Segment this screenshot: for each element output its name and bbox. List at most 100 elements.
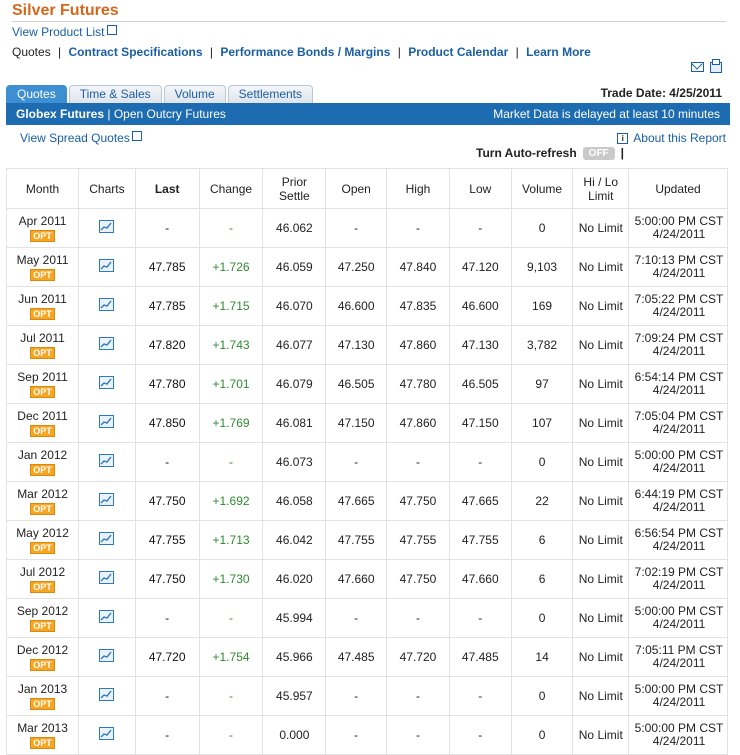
contract-month: Jul 2012 [19, 565, 66, 579]
cell-charts [78, 676, 136, 716]
view-product-list-label[interactable]: View Product List [12, 25, 105, 39]
opt-badge[interactable]: OPT [30, 698, 55, 710]
auto-refresh-toggle[interactable]: OFF [582, 146, 615, 160]
opt-badge[interactable]: OPT [30, 464, 55, 476]
about-report-link[interactable]: i About this Report [617, 131, 726, 145]
nav-product-calendar[interactable]: Product Calendar [408, 45, 508, 59]
cell-month: Dec 2011 OPT [5, 403, 80, 443]
contract-month: Jan 2013 [17, 682, 68, 696]
view-spread-quotes-label[interactable]: View Spread Quotes [20, 131, 130, 145]
cell-month: May 2011 OPT [5, 247, 80, 287]
opt-badge[interactable]: OPT [30, 269, 55, 281]
nav-performance-bonds[interactable]: Performance Bonds / Margins [220, 45, 390, 59]
chart-icon[interactable] [99, 259, 115, 272]
view-spread-quotes-link[interactable]: View Spread Quotes [20, 131, 142, 145]
product-nav: Quotes | Contract Specifications | Perfo… [12, 45, 591, 59]
cell-change: - [199, 208, 264, 248]
globex-futures-label[interactable]: Globex Futures [16, 107, 104, 121]
cell-low: - [449, 676, 512, 716]
chart-icon[interactable] [99, 493, 115, 506]
chart-icon[interactable] [99, 454, 115, 467]
opt-badge[interactable]: OPT [30, 581, 55, 593]
chart-icon[interactable] [99, 571, 115, 584]
opt-badge[interactable]: OPT [30, 542, 55, 554]
tab-quotes[interactable]: Quotes [6, 85, 67, 103]
cell-updated: 6:54:14 PM CST 4/24/2011 [628, 364, 728, 404]
cell-change: - [199, 676, 264, 716]
cell-last: 47.750 [135, 559, 200, 599]
info-icon: i [617, 133, 629, 144]
view-product-list-link[interactable]: View Product List [12, 25, 117, 39]
page-title: Silver Futures [12, 2, 119, 19]
cell-change: +1.726 [199, 247, 264, 287]
table-row: May 2012 OPT 47.755 +1.713 46.042 47.755 47.75… [5, 520, 728, 560]
table-row: Dec 2012 OPT 47.720 +1.754 45.966 47.485 47.72… [5, 637, 728, 677]
table-row: Jul 2011 OPT 47.820 +1.743 46.077 47.130 47.86… [5, 325, 728, 365]
cell-change: - [199, 715, 264, 755]
chart-icon[interactable] [99, 727, 115, 740]
chart-icon[interactable] [99, 220, 115, 233]
chart-icon[interactable] [99, 610, 115, 623]
table-row: Sep 2012 OPT - -45.994- - -0 No Limit 5:00:00 P… [5, 598, 728, 638]
cell-last: 47.785 [135, 286, 200, 326]
cell-prior-settle: 0.000 [262, 715, 327, 755]
cell-updated: 5:00:00 PM CST 4/24/2011 [628, 442, 728, 482]
tab-volume[interactable]: Volume [163, 85, 226, 103]
cell-high: 47.860 [386, 325, 450, 365]
table-row: Sep 2011 OPT 47.780 +1.701 46.079 46.505 47.78… [5, 364, 728, 404]
cell-prior-settle: 46.059 [262, 247, 327, 287]
chart-icon[interactable] [99, 337, 115, 350]
trade-date: Trade Date: 4/25/2011 [600, 86, 722, 100]
opt-badge[interactable]: OPT [30, 659, 55, 671]
opt-badge[interactable]: OPT [30, 503, 55, 515]
opt-badge[interactable]: OPT [30, 620, 55, 632]
opt-badge[interactable]: OPT [30, 425, 55, 437]
cell-updated: 6:56:54 PM CST 4/24/2011 [628, 520, 728, 560]
cell-volume: 3,782 [511, 325, 574, 365]
quotes-table: Month Charts Last Change Prior Settle Op… [5, 168, 728, 755]
chart-icon[interactable] [99, 415, 115, 428]
cell-month: Mar 2012 OPT [5, 481, 80, 521]
header-last: Last [135, 168, 200, 209]
cell-change: - [199, 598, 264, 638]
chart-icon[interactable] [99, 532, 115, 545]
cell-updated: 5:00:00 PM CST 4/24/2011 [628, 598, 728, 638]
tab-time-and-sales[interactable]: Time & Sales [68, 85, 162, 103]
header-hi-lo-limit: Hi / Lo Limit [572, 168, 630, 209]
open-outcry-link[interactable]: Open Outcry Futures [114, 107, 226, 121]
cell-hi-lo-limit: No Limit [572, 481, 630, 521]
cell-month: May 2012 OPT [5, 520, 80, 560]
chart-icon[interactable] [99, 298, 115, 311]
print-icon[interactable] [710, 59, 722, 73]
cell-high: - [386, 208, 450, 248]
contract-month: Jun 2011 [18, 292, 67, 306]
nav-learn-more[interactable]: Learn More [526, 45, 591, 59]
opt-badge[interactable]: OPT [30, 347, 55, 359]
cell-volume: 9,103 [511, 247, 574, 287]
opt-badge[interactable]: OPT [30, 230, 55, 242]
email-icon[interactable] [691, 62, 704, 72]
cell-open: 46.600 [325, 286, 388, 326]
header-charts: Charts [78, 168, 136, 209]
title-divider [12, 21, 726, 22]
chart-icon[interactable] [99, 688, 115, 701]
chart-icon[interactable] [99, 376, 115, 389]
tab-settlements[interactable]: Settlements [227, 85, 314, 103]
cell-charts [78, 637, 136, 677]
nav-contract-specifications[interactable]: Contract Specifications [69, 45, 203, 59]
cell-last: - [135, 208, 200, 248]
cell-charts [78, 403, 136, 443]
opt-badge[interactable]: OPT [30, 737, 55, 749]
opt-badge[interactable]: OPT [30, 386, 55, 398]
table-row: Jun 2011 OPT 47.785 +1.715 46.070 46.600 47.83… [5, 286, 728, 326]
chart-icon[interactable] [99, 649, 115, 662]
about-report-label[interactable]: About this Report [633, 131, 726, 145]
cell-volume: 6 [511, 559, 574, 599]
cell-volume: 107 [511, 403, 574, 443]
cell-charts [78, 364, 136, 404]
opt-badge[interactable]: OPT [30, 308, 55, 320]
cell-prior-settle: 46.070 [262, 286, 327, 326]
cell-open: 47.150 [325, 403, 388, 443]
cell-high: - [386, 442, 450, 482]
contract-month: Jul 2011 [20, 331, 65, 345]
